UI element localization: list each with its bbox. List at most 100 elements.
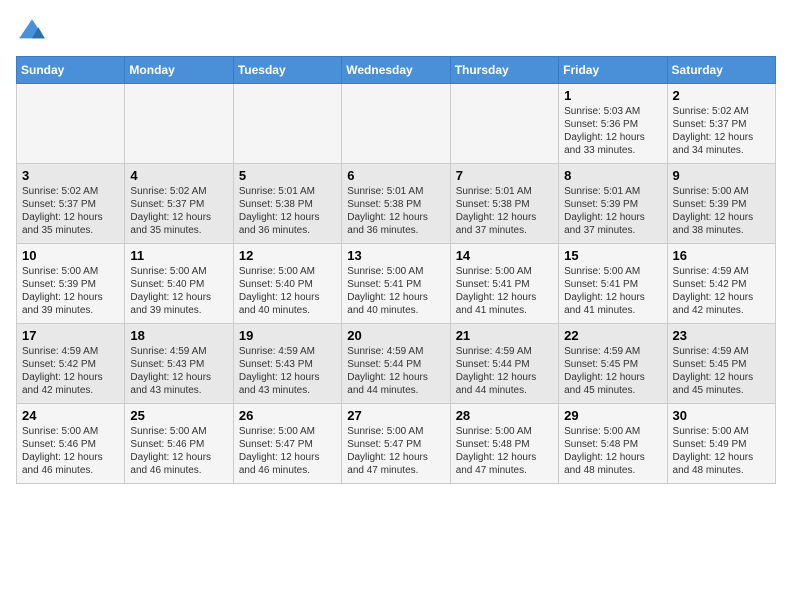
day-info: Sunrise: 5:02 AM Sunset: 5:37 PM Dayligh… <box>130 185 227 237</box>
calendar-cell: 29Sunrise: 5:00 AM Sunset: 5:48 PM Dayli… <box>559 404 667 484</box>
day-number: 10 <box>22 248 119 263</box>
day-info: Sunrise: 5:02 AM Sunset: 5:37 PM Dayligh… <box>673 105 770 157</box>
calendar-cell: 21 Sunrise: 4:59 AM Sunset: 5:44 PM Dayli… <box>450 324 558 404</box>
day-info: Sunrise: 5:01 AM Sunset: 5:38 PM Dayligh… <box>239 185 336 237</box>
calendar-cell: 20 Sunrise: 4:59 AM Sunset: 5:44 PM Dayli… <box>342 324 450 404</box>
day-number: 1 <box>564 88 661 103</box>
day-number: 7 <box>456 168 553 183</box>
day-info: Sunrise: 5:02 AM Sunset: 5:37 PM Dayligh… <box>22 185 119 237</box>
day-info: Sunrise: 5:00 AM Sunset: 5:40 PM Dayligh… <box>239 265 336 317</box>
calendar-cell: 25 Sunrise: 5:00 AM Sunset: 5:46 PM Dayli… <box>125 404 233 484</box>
calendar-cell: 23 Sunrise: 4:59 AM Sunset: 5:45 PM Dayli… <box>667 324 775 404</box>
day-number: 21 <box>456 328 553 343</box>
day-number: 2 <box>673 88 770 103</box>
calendar-cell: 15 Sunrise: 5:00 AM Sunset: 5:41 PM Dayli… <box>559 244 667 324</box>
day-info: Sunrise: 5:00 AM Sunset: 5:41 PM Dayligh… <box>456 265 553 317</box>
day-number: 6 <box>347 168 444 183</box>
day-number: 25 <box>130 408 227 423</box>
day-info: Sunrise: 5:03 AM Sunset: 5:36 PM Dayligh… <box>564 105 661 157</box>
day-number: 17 <box>22 328 119 343</box>
day-info: Sunrise: 5:00 AM Sunset: 5:47 PM Dayligh… <box>239 425 336 477</box>
day-info: Sunrise: 5:00 AM Sunset: 5:49 PM Dayligh… <box>673 425 770 477</box>
day-number: 24 <box>22 408 119 423</box>
calendar-week-1: 1 Sunrise: 5:03 AM Sunset: 5:36 PM Daylig… <box>17 84 776 164</box>
day-info: Sunrise: 5:01 AM Sunset: 5:38 PM Dayligh… <box>456 185 553 237</box>
calendar-cell: 28 Sunrise: 5:00 AM Sunset: 5:48 PM Dayli… <box>450 404 558 484</box>
calendar-week-2: 3 Sunrise: 5:02 AM Sunset: 5:37 PM Daylig… <box>17 164 776 244</box>
calendar-cell: 1 Sunrise: 5:03 AM Sunset: 5:36 PM Daylig… <box>559 84 667 164</box>
calendar-cell: 12 Sunrise: 5:00 AM Sunset: 5:40 PM Dayli… <box>233 244 341 324</box>
day-info: Sunrise: 4:59 AM Sunset: 5:44 PM Dayligh… <box>456 345 553 397</box>
calendar-cell <box>17 84 125 164</box>
day-number: 9 <box>673 168 770 183</box>
day-number: 20 <box>347 328 444 343</box>
calendar-cell: 10 Sunrise: 5:00 AM Sunset: 5:39 PM Dayli… <box>17 244 125 324</box>
day-number: 5 <box>239 168 336 183</box>
day-number: 18 <box>130 328 227 343</box>
calendar-cell: 16Sunrise: 4:59 AM Sunset: 5:42 PM Dayli… <box>667 244 775 324</box>
day-info: Sunrise: 4:59 AM Sunset: 5:43 PM Dayligh… <box>130 345 227 397</box>
calendar-cell: 18 Sunrise: 4:59 AM Sunset: 5:43 PM Dayli… <box>125 324 233 404</box>
weekday-header-monday: Monday <box>125 57 233 84</box>
calendar-table: SundayMondayTuesdayWednesdayThursdayFrid… <box>16 56 776 484</box>
day-info: Sunrise: 5:00 AM Sunset: 5:47 PM Dayligh… <box>347 425 444 477</box>
day-number: 23 <box>673 328 770 343</box>
day-number: 30 <box>673 408 770 423</box>
header <box>16 16 776 48</box>
calendar-cell <box>125 84 233 164</box>
calendar-cell: 6 Sunrise: 5:01 AM Sunset: 5:38 PM Daylig… <box>342 164 450 244</box>
calendar-cell: 22 Sunrise: 4:59 AM Sunset: 5:45 PM Dayli… <box>559 324 667 404</box>
day-info: Sunrise: 4:59 AM Sunset: 5:45 PM Dayligh… <box>673 345 770 397</box>
logo-icon <box>16 16 48 48</box>
calendar-cell: 11Sunrise: 5:00 AM Sunset: 5:40 PM Dayli… <box>125 244 233 324</box>
calendar-cell: 24Sunrise: 5:00 AM Sunset: 5:46 PM Dayli… <box>17 404 125 484</box>
day-info: Sunrise: 4:59 AM Sunset: 5:43 PM Dayligh… <box>239 345 336 397</box>
calendar-cell: 19 Sunrise: 4:59 AM Sunset: 5:43 PM Dayli… <box>233 324 341 404</box>
calendar-cell: 7 Sunrise: 5:01 AM Sunset: 5:38 PM Daylig… <box>450 164 558 244</box>
day-number: 28 <box>456 408 553 423</box>
day-info: Sunrise: 5:01 AM Sunset: 5:38 PM Dayligh… <box>347 185 444 237</box>
calendar-cell: 5 Sunrise: 5:01 AM Sunset: 5:38 PM Daylig… <box>233 164 341 244</box>
day-number: 4 <box>130 168 227 183</box>
day-info: Sunrise: 5:00 AM Sunset: 5:41 PM Dayligh… <box>347 265 444 317</box>
day-info: Sunrise: 5:01 AM Sunset: 5:39 PM Dayligh… <box>564 185 661 237</box>
day-info: Sunrise: 4:59 AM Sunset: 5:44 PM Dayligh… <box>347 345 444 397</box>
calendar-cell: 4 Sunrise: 5:02 AM Sunset: 5:37 PM Daylig… <box>125 164 233 244</box>
calendar-week-5: 24 Sunrise: 5:00 AM Sunset: 5:46 PM Dayli… <box>17 404 776 484</box>
weekday-header-thursday: Thursday <box>450 57 558 84</box>
weekday-header-wednesday: Wednesday <box>342 57 450 84</box>
day-info: Sunrise: 5:00 AM Sunset: 5:48 PM Dayligh… <box>456 425 553 477</box>
weekday-header-tuesday: Tuesday <box>233 57 341 84</box>
calendar-cell: 8 Sunrise: 5:01 AM Sunset: 5:39 PM Daylig… <box>559 164 667 244</box>
logo <box>16 16 52 48</box>
calendar-cell: 27 Sunrise: 5:00 AM Sunset: 5:47 PM Dayli… <box>342 404 450 484</box>
day-info: Sunrise: 4:59 AM Sunset: 5:42 PM Dayligh… <box>673 265 770 317</box>
day-number: 22 <box>564 328 661 343</box>
weekday-header-sunday: Sunday <box>17 57 125 84</box>
day-info: Sunrise: 4:59 AM Sunset: 5:45 PM Dayligh… <box>564 345 661 397</box>
calendar-cell: 2 Sunrise: 5:02 AM Sunset: 5:37 PM Daylig… <box>667 84 775 164</box>
day-number: 15 <box>564 248 661 263</box>
day-info: Sunrise: 5:00 AM Sunset: 5:46 PM Dayligh… <box>130 425 227 477</box>
calendar-cell: 3 Sunrise: 5:02 AM Sunset: 5:37 PM Daylig… <box>17 164 125 244</box>
day-number: 27 <box>347 408 444 423</box>
day-info: Sunrise: 5:00 AM Sunset: 5:39 PM Dayligh… <box>22 265 119 317</box>
day-number: 3 <box>22 168 119 183</box>
day-number: 13 <box>347 248 444 263</box>
day-number: 12 <box>239 248 336 263</box>
day-number: 26 <box>239 408 336 423</box>
calendar-cell: 13 Sunrise: 5:00 AM Sunset: 5:41 PM Dayli… <box>342 244 450 324</box>
day-number: 8 <box>564 168 661 183</box>
day-number: 19 <box>239 328 336 343</box>
calendar-cell <box>342 84 450 164</box>
weekday-header-saturday: Saturday <box>667 57 775 84</box>
day-number: 11 <box>130 248 227 263</box>
calendar-cell: 26 Sunrise: 5:00 AM Sunset: 5:47 PM Dayli… <box>233 404 341 484</box>
calendar-week-4: 17 Sunrise: 4:59 AM Sunset: 5:42 PM Dayli… <box>17 324 776 404</box>
calendar-cell: 9Sunrise: 5:00 AM Sunset: 5:39 PM Daylig… <box>667 164 775 244</box>
weekday-header-row: SundayMondayTuesdayWednesdayThursdayFrid… <box>17 57 776 84</box>
day-info: Sunrise: 5:00 AM Sunset: 5:48 PM Dayligh… <box>564 425 661 477</box>
day-info: Sunrise: 4:59 AM Sunset: 5:42 PM Dayligh… <box>22 345 119 397</box>
calendar-cell: 14Sunrise: 5:00 AM Sunset: 5:41 PM Dayli… <box>450 244 558 324</box>
day-info: Sunrise: 5:00 AM Sunset: 5:41 PM Dayligh… <box>564 265 661 317</box>
